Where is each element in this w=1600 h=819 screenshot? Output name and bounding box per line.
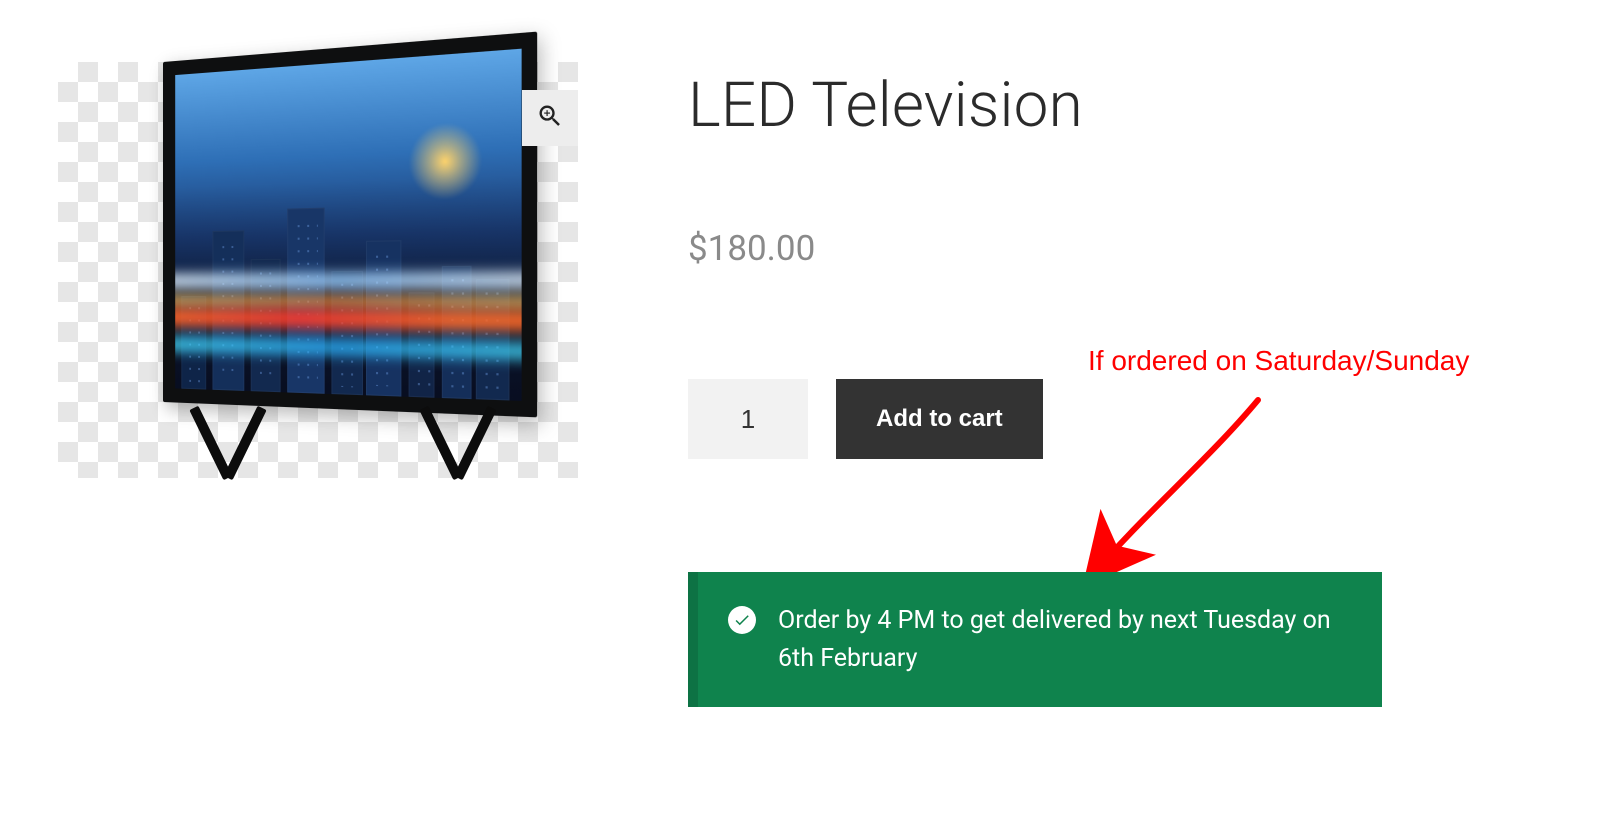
zoom-button[interactable] <box>522 90 578 146</box>
cart-row: Add to cart <box>688 379 1540 459</box>
check-circle-icon <box>728 606 756 634</box>
delivery-notice: Order by 4 PM to get delivered by next T… <box>688 572 1382 707</box>
product-price: $180.00 <box>688 228 1540 269</box>
annotation-text: If ordered on Saturday/Sunday <box>1088 345 1469 377</box>
magnify-plus-icon <box>536 102 564 134</box>
product-title: LED Television <box>688 72 1540 140</box>
product-summary: LED Television $180.00 Add to cart <box>688 72 1540 459</box>
add-to-cart-button[interactable]: Add to cart <box>836 379 1043 459</box>
delivery-notice-text: Order by 4 PM to get delivered by next T… <box>778 602 1348 677</box>
product-image[interactable] <box>113 62 523 478</box>
quantity-input[interactable] <box>688 379 808 459</box>
product-gallery <box>58 62 578 478</box>
